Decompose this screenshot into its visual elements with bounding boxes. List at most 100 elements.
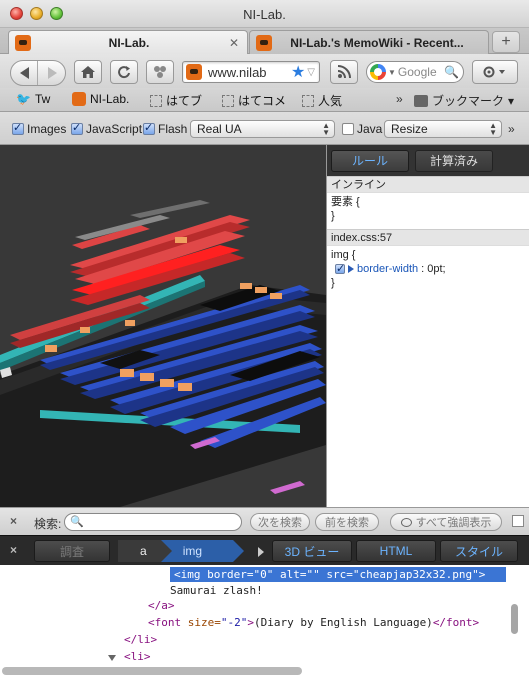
pumpkin-favicon-icon [72,92,86,106]
bookmark-label: NI-Lab. [90,92,130,106]
property-value[interactable]: 0pt; [427,262,445,276]
extensions-button[interactable] [146,60,174,84]
checkbox-unchecked-icon[interactable] [342,123,354,135]
google-icon [370,64,386,80]
javascript-label: JavaScript [86,122,143,136]
forward-arrow-icon [48,67,57,79]
resize-select[interactable]: Resize ▲ ▼ [384,120,502,138]
find-checkbox[interactable] [512,515,524,527]
crumb-label: a [140,544,147,558]
bookmarks-menu-label: ブックマーク [432,94,505,108]
disclosure-triangle-icon[interactable] [108,655,116,661]
property-name[interactable]: border-width [357,262,418,276]
bookmark-star-icon[interactable]: ★ [291,62,305,82]
user-agent-select[interactable]: Real UA ▲ ▼ [190,120,335,138]
horizontal-scrollbar[interactable] [2,667,302,675]
flash-checkbox[interactable]: Flash [143,121,187,136]
inspect-button[interactable]: 調査 [34,540,110,562]
back-button[interactable] [11,61,38,85]
forward-button[interactable] [39,61,66,85]
back-forward-group [10,60,66,86]
tree-row-img[interactable]: <img border="0" alt="" src="cheapjap32x3… [170,567,506,582]
tag-name: </font> [432,616,480,629]
devbar-overflow-button[interactable]: » [508,122,515,136]
home-button[interactable] [74,60,102,84]
property-enabled-checkbox[interactable] [335,262,345,276]
bookmark-hatecome[interactable]: はてコメ [222,92,286,109]
rss-button[interactable] [330,60,358,84]
java-checkbox[interactable]: Java [342,122,382,136]
bookmark-label: Tw [34,92,51,106]
browser-window: NI-Lab. NI-Lab. ✕ NI-Lab.'s MemoWiki - R… [0,0,529,683]
address-bar[interactable]: www.nilab ★ ▽ [182,61,320,83]
javascript-checkbox[interactable]: JavaScript [71,121,143,136]
url-text[interactable]: www.nilab [208,65,291,80]
find-prev-button[interactable]: 前を検索 [315,513,379,531]
3d-dom-view[interactable] [0,145,326,507]
border-width-property[interactable]: border-width: 0pt; [331,262,525,276]
tag-close: > [478,568,486,581]
title-bar: NI-Lab. [0,0,529,28]
close-inspector-icon[interactable]: × [10,543,17,557]
history-dropdown-icon[interactable]: ▽ [307,67,315,78]
tag-name: </a> [148,599,175,612]
css-source-link[interactable]: index.css:57 [327,229,529,246]
crumb-a[interactable]: a [118,540,172,562]
images-label: Images [27,122,67,136]
search-box[interactable]: ▼ Google 🔍 [366,61,464,83]
bookmarks-overflow-button[interactable]: » [396,92,403,106]
html-panel-button[interactable]: HTML [356,540,436,562]
tree-row-font[interactable]: <font size="-2">(Diary by English Langua… [148,615,479,630]
tab-nilab[interactable]: NI-Lab. ✕ [8,30,248,54]
find-label: 検索: [34,517,62,531]
tree-row-text[interactable]: Samurai zlash! [170,583,263,598]
vertical-scrollbar[interactable] [511,604,518,634]
tag-name: </li> [124,633,158,646]
tab-computed[interactable]: 計算済み [415,149,493,172]
checkbox-checked-icon[interactable] [12,121,24,135]
tree-row-li[interactable]: <li> [124,649,151,664]
3d-view-button[interactable]: 3D ビュー [272,540,352,562]
close-find-icon[interactable]: × [10,514,17,528]
close-tab-icon[interactable]: ✕ [227,36,241,50]
checkbox-checked-icon[interactable] [143,121,155,135]
html-tree[interactable]: <img border="0" alt="" src="cheapjap32x3… [0,565,529,683]
bookmarks-menu-button[interactable]: ブックマーク ▾ [414,92,514,109]
expand-triangle-icon[interactable] [348,265,354,273]
tab-rules[interactable]: ルール [331,149,409,172]
chevron-down-icon: ▾ [508,93,515,108]
attr-value: "-2" [220,616,248,629]
bookmark-popular[interactable]: 人気 [302,92,342,109]
style-panel-button[interactable]: スタイル [440,540,518,562]
img-selector: img { [331,249,356,261]
img-rule-close: } [331,277,335,289]
bookmark-nilab[interactable]: NI-Lab. [72,92,129,106]
attr-name: alt= [273,568,307,581]
tree-row-a-close[interactable]: </a> [148,598,175,613]
search-engine-dropdown-icon[interactable]: ▼ [388,68,396,77]
bookmark-hatebu[interactable]: はてブ [150,92,202,109]
pumpkin-favicon-icon [256,34,272,51]
images-checkbox[interactable]: Images [12,121,67,136]
tab-memowiki[interactable]: NI-Lab.'s MemoWiki - Recent... [249,30,489,54]
navigation-toolbar: www.nilab ★ ▽ ▼ Google 🔍 [0,54,529,88]
pumpkin-favicon-icon [15,34,31,51]
bookmark-tw[interactable]: 🐦 Tw [16,92,50,106]
inline-rule-close: } [331,210,335,222]
crumb-separator-icon [160,540,172,562]
pumpkin-favicon-icon [186,64,202,80]
highlight-all-toggle[interactable]: すべて強調表示 [390,513,502,531]
tree-row-li-close[interactable]: </li> [124,632,157,647]
crumb-forward-icon[interactable] [258,547,264,557]
3d-page-render [0,145,326,507]
new-tab-button[interactable]: + [492,31,520,53]
reload-button[interactable] [110,60,138,84]
web-developer-button[interactable] [472,60,518,84]
checkbox-checked-icon[interactable] [71,121,83,135]
tag-name: <img [174,568,208,581]
tag-close: > [247,616,254,629]
find-input[interactable]: 🔍 [64,513,242,531]
find-next-button[interactable]: 次を検索 [250,513,310,531]
radio-icon[interactable] [400,517,412,527]
tab-label: NI-Lab. [108,35,150,50]
